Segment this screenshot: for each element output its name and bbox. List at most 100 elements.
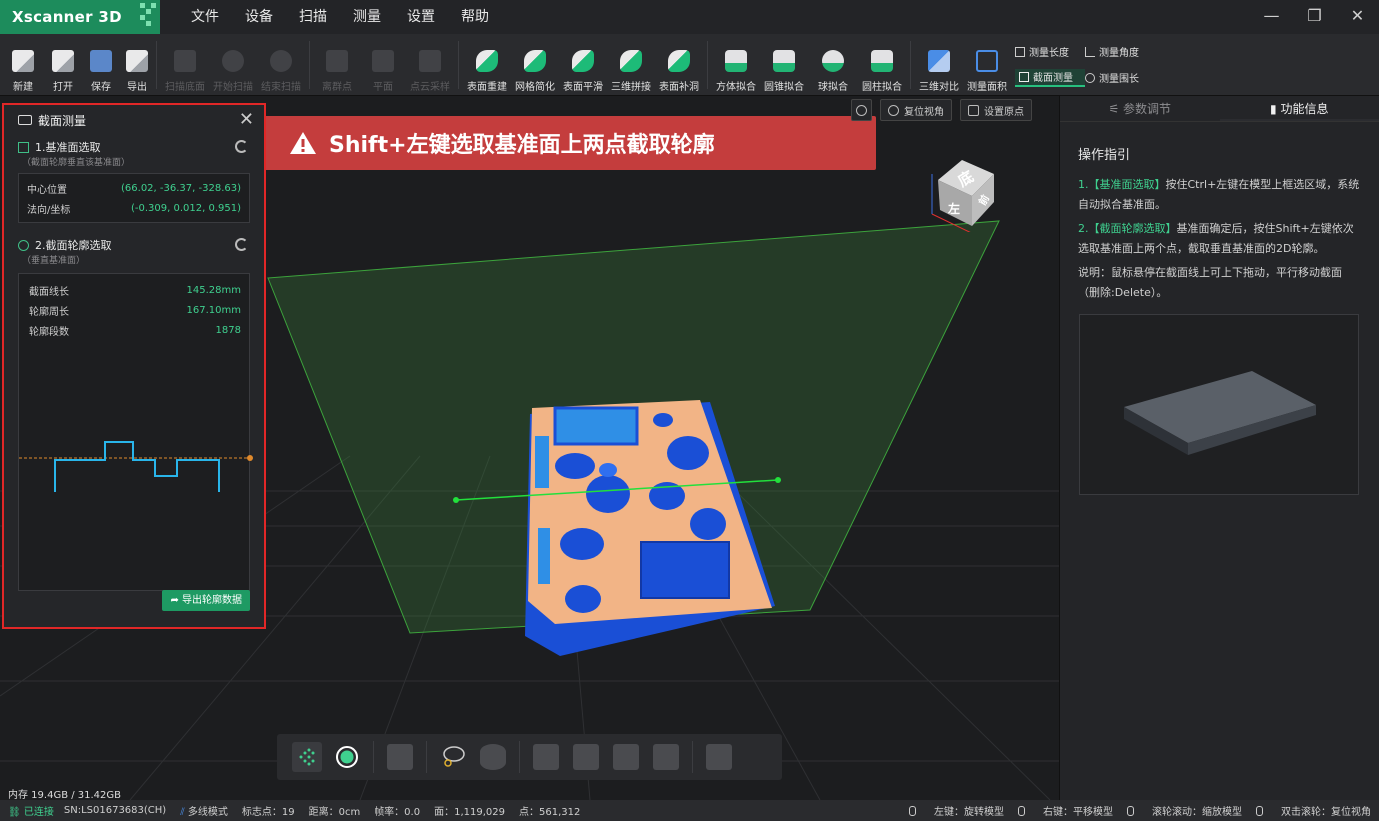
refresh-icon[interactable] xyxy=(235,140,248,153)
framerate-readout: 帧率：0.0 xyxy=(374,807,421,818)
logo-mark-icon xyxy=(140,3,156,31)
section-point-end[interactable] xyxy=(775,477,781,483)
surface-rebuild-button[interactable]: 表面重建 xyxy=(463,37,511,93)
minimize-button[interactable]: — xyxy=(1250,0,1293,34)
cube-view-button[interactable] xyxy=(385,742,415,772)
open-button[interactable]: 打开 xyxy=(48,37,78,93)
menu-measure[interactable]: 测量 xyxy=(340,0,394,34)
bottom-toolbar-divider xyxy=(519,741,520,773)
point-cloud-button[interactable] xyxy=(292,742,322,772)
stop-scan-button[interactable]: 结束扫描 xyxy=(257,37,305,93)
record-button[interactable] xyxy=(332,742,362,772)
play-icon xyxy=(222,49,244,72)
new-button[interactable]: 新建 xyxy=(8,37,38,93)
section-icon xyxy=(1019,71,1029,82)
plane-button[interactable]: 平面 xyxy=(360,37,406,93)
export-button[interactable]: 导出 xyxy=(122,37,152,93)
measure-length-button[interactable]: 测量长度 xyxy=(1015,43,1085,61)
outlier-button[interactable]: 离群点 xyxy=(314,37,360,93)
scan-base-button[interactable]: 扫描底面 xyxy=(161,37,209,93)
scan-mode-label: 多线模式 xyxy=(187,807,228,818)
export-profile-button[interactable]: ➦ 导出轮廓数据 xyxy=(162,590,250,611)
hint-wheel-text: 滚轮滚动：缩放模型 xyxy=(1152,807,1242,818)
fill-hole-button[interactable]: 表面补洞 xyxy=(655,37,703,93)
menu-device[interactable]: 设备 xyxy=(232,0,286,34)
area-button[interactable]: 测量面积 xyxy=(963,37,1011,93)
sphere-fit-button[interactable]: 球拟合 xyxy=(808,37,858,93)
mouse-hints: 左键：旋转模型 右键：平移模型 滚轮滚动：缩放模型 双击滚轮：复位视角 xyxy=(895,803,1371,818)
bottom-toolbar xyxy=(277,734,782,780)
profile-select-icon xyxy=(18,239,29,251)
compare-3d-button[interactable]: 三维对比 xyxy=(915,37,963,93)
measure-angle-button[interactable]: 测量角度 xyxy=(1085,43,1153,61)
open-label: 打开 xyxy=(53,81,73,93)
info-value: 167.10mm xyxy=(186,304,241,316)
sphere-fit-label: 球拟合 xyxy=(818,81,848,93)
preview-plate xyxy=(1124,371,1316,455)
view-target-button[interactable] xyxy=(851,99,872,121)
menu-file[interactable]: 文件 xyxy=(178,0,232,34)
hint-left-key-text: 左键：旋转模型 xyxy=(934,807,1004,818)
clear-select-button[interactable] xyxy=(651,742,681,772)
bottom-toolbar-divider xyxy=(426,741,427,773)
info-row: 中心位置 (66.02, -36.37, -328.63) xyxy=(27,178,241,198)
menu-scan[interactable]: 扫描 xyxy=(286,0,340,34)
menu-help[interactable]: 帮助 xyxy=(448,0,502,34)
point-sample-button[interactable]: 点云采样 xyxy=(406,37,454,93)
measure-girth-label: 测量围长 xyxy=(1099,74,1139,85)
close-window-button[interactable]: ✕ xyxy=(1336,0,1379,34)
stitch-3d-button[interactable]: 三维拼接 xyxy=(607,37,655,93)
refresh-icon[interactable] xyxy=(235,238,248,251)
lasso-button[interactable] xyxy=(438,742,468,772)
tab-parameters[interactable]: ⚟ 参数调节 xyxy=(1060,96,1220,121)
surface-smooth-button[interactable]: 表面平滑 xyxy=(559,37,607,93)
multiline-icon: ⫽ xyxy=(180,807,188,818)
delete-select-button[interactable] xyxy=(531,742,561,772)
scan-mode: ⫽ 多线模式 xyxy=(180,803,228,818)
database-button[interactable] xyxy=(478,742,508,772)
mouse-icon xyxy=(1256,806,1263,816)
app-logo: Xscanner 3D xyxy=(0,0,160,34)
section1-title: 1.基准面选取 xyxy=(4,139,264,155)
profile-display: 截面线长 145.28mm 轮廓周长 167.10mm 轮廓段数 1878 xyxy=(18,273,253,591)
undo-button[interactable] xyxy=(704,742,734,772)
mouse-icon xyxy=(1018,806,1025,816)
cone-fit-button[interactable]: 圆锥拟合 xyxy=(760,37,808,93)
lasso-icon xyxy=(443,746,465,767)
bottom-toolbar-divider xyxy=(692,741,693,773)
distance-readout: 距离：0cm xyxy=(308,807,361,818)
cylinder-fit-button[interactable]: 圆柱拟合 xyxy=(858,37,906,93)
toolbar-divider xyxy=(910,40,911,89)
base-plane-icon xyxy=(18,141,29,153)
tab-function-info[interactable]: ▮ 功能信息 xyxy=(1219,96,1379,121)
warning-icon xyxy=(290,132,316,154)
section2-subtitle: （垂直基准面） xyxy=(22,256,86,266)
new-file-icon xyxy=(12,49,34,72)
measure-girth-button[interactable]: 测量围长 xyxy=(1085,69,1153,87)
section-measure-button[interactable]: 截面测量 xyxy=(1015,68,1085,87)
menu-settings[interactable]: 设置 xyxy=(394,0,448,34)
info-value: 1878 xyxy=(215,324,241,336)
save-button[interactable]: 保存 xyxy=(86,37,116,93)
start-scan-label: 开始扫描 xyxy=(213,81,253,93)
maximize-button[interactable]: ❐ xyxy=(1293,0,1336,34)
right-panel-tabs: ⚟ 参数调节 ▮ 功能信息 xyxy=(1060,96,1379,122)
section-point-start[interactable] xyxy=(453,497,459,503)
surface-rebuild-label: 表面重建 xyxy=(467,81,507,93)
info-row: 法向/坐标 (-0.309, 0.012, 0.951) xyxy=(27,198,241,218)
guide-title: 操作指引 xyxy=(1078,148,1131,163)
copy-select-button[interactable] xyxy=(571,742,601,772)
window-controls: — ❐ ✕ xyxy=(1250,0,1379,34)
box-fit-button[interactable]: 方体拟合 xyxy=(712,37,760,93)
set-origin-button[interactable]: 设置原点 xyxy=(960,99,1032,121)
info-key: 法向/坐标 xyxy=(27,204,71,216)
reset-view-button[interactable]: 复位视角 xyxy=(880,99,952,121)
guide-step1-tag: 1.【基准面选取】 xyxy=(1078,178,1166,191)
section2-title: 2.截面轮廓选取 xyxy=(4,237,264,253)
start-scan-button[interactable]: 开始扫描 xyxy=(209,37,257,93)
mesh-simplify-button[interactable]: 网格简化 xyxy=(511,37,559,93)
serial-number: SN:LS01673683(CH) xyxy=(63,805,167,816)
close-icon[interactable]: ✕ xyxy=(239,109,254,130)
view-cube[interactable]: 底 左 前 xyxy=(928,154,1000,241)
confirm-select-button[interactable] xyxy=(611,742,641,772)
